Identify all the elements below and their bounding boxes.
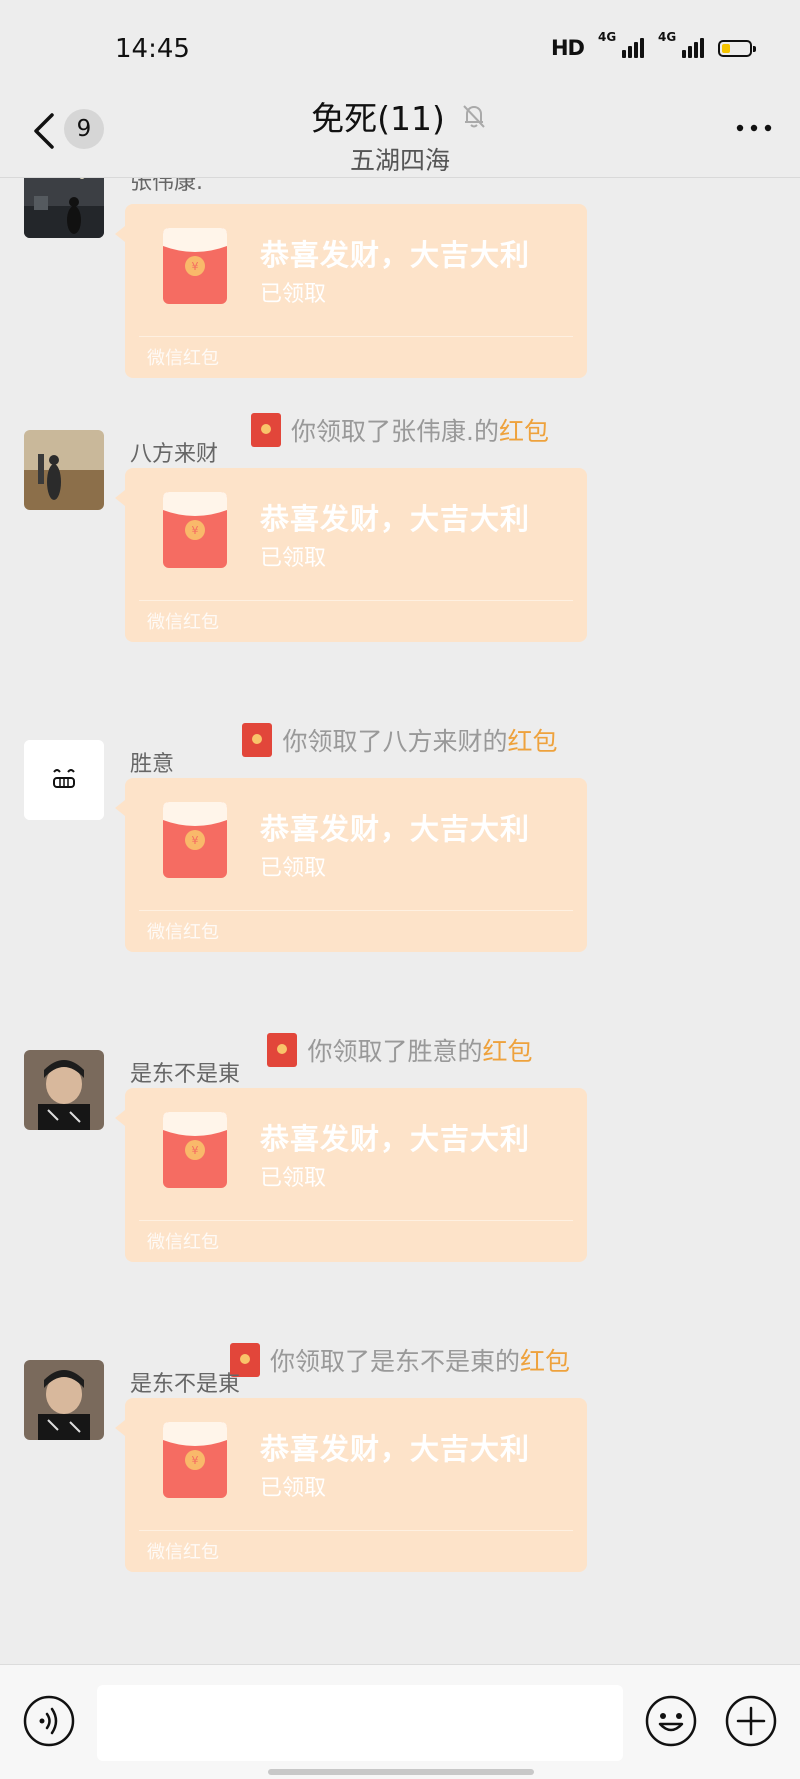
avatar[interactable] [24, 1050, 104, 1130]
red-packet-icon [267, 1033, 298, 1067]
svg-text:¥: ¥ [192, 260, 199, 273]
svg-text:¥: ¥ [192, 834, 199, 847]
avatar[interactable] [24, 1360, 104, 1440]
red-packet-divider [139, 1530, 573, 1531]
red-packet[interactable]: ¥ 恭喜发财，大吉大利 已领取 微信红包 [115, 1398, 587, 1572]
red-packet-icon: ¥ [163, 492, 227, 568]
chat-subtitle: 五湖四海 [349, 146, 450, 175]
notice-text: 你领取了八方来财的 [282, 727, 508, 756]
red-packet-icon [251, 413, 282, 447]
emoji-icon[interactable] [644, 1694, 698, 1748]
red-packet-title: 恭喜发财，大吉大利 [260, 1432, 531, 1466]
battery-icon [718, 39, 756, 57]
red-packet-divider [139, 336, 573, 337]
red-packet-icon: ¥ [163, 228, 227, 304]
message-list[interactable]: 张伟康. ¥ 恭喜发财，大吉大利 已领取 微信红包 你领取了张伟康.的红包 八方… [0, 178, 800, 1664]
sender-name: 是东不是東 [130, 1062, 241, 1087]
plus-icon[interactable] [724, 1694, 778, 1748]
svg-text:¥: ¥ [192, 1144, 199, 1157]
red-packet-title: 恭喜发财，大吉大利 [260, 238, 531, 272]
red-packet-footer: 微信红包 [147, 348, 219, 369]
red-packet-divider [139, 910, 573, 911]
red-packet-title: 恭喜发财，大吉大利 [260, 502, 531, 536]
svg-text:¥: ¥ [192, 1454, 199, 1467]
chat-header: 9 免死(11) 五湖四海 [0, 95, 800, 177]
svg-text:¥: ¥ [192, 524, 199, 537]
red-packet-divider [139, 1220, 573, 1221]
red-packet-status: 已领取 [260, 546, 327, 571]
hd-indicator: HD [550, 36, 585, 60]
avatar[interactable] [24, 740, 104, 820]
status-icons: HD 4G 4G [550, 30, 756, 60]
notice-text: 你领取了张伟康.的 [291, 417, 499, 446]
red-packet-link[interactable]: 红包 [520, 1347, 570, 1376]
red-packet-icon [242, 723, 273, 757]
red-packet-status: 已领取 [260, 1476, 327, 1501]
signal-icon: 4G [658, 30, 704, 58]
system-notice: 你领取了是东不是東的红包 [0, 1342, 800, 1378]
red-packet-footer: 微信红包 [147, 922, 219, 943]
red-packet-icon: ¥ [163, 1112, 227, 1188]
red-packet-link[interactable]: 红包 [508, 727, 558, 756]
sender-name: 张伟康. [130, 178, 203, 195]
avatar[interactable] [24, 178, 104, 238]
more-icon[interactable] [734, 122, 774, 134]
signal-icon: 4G [598, 30, 644, 58]
red-packet[interactable]: ¥ 恭喜发财，大吉大利 已领取 微信红包 [115, 468, 587, 642]
sender-name: 胜意 [130, 752, 175, 777]
red-packet-icon: ¥ [163, 802, 227, 878]
notice-text: 你领取了是东不是東的 [269, 1347, 520, 1376]
red-packet[interactable]: ¥ 恭喜发财，大吉大利 已领取 微信红包 [115, 204, 587, 378]
voice-icon[interactable] [22, 1694, 76, 1748]
chat-title-block: 免死(11) 五湖四海 [0, 95, 800, 177]
red-packet-footer: 微信红包 [147, 612, 219, 633]
avatar[interactable] [24, 430, 104, 510]
red-packet-link[interactable]: 红包 [483, 1037, 533, 1066]
red-packet-title: 恭喜发财，大吉大利 [260, 1122, 531, 1156]
red-packet-status: 已领取 [260, 282, 327, 307]
red-packet-divider [139, 600, 573, 601]
red-packet-status: 已领取 [260, 1166, 327, 1191]
red-packet-footer: 微信红包 [147, 1232, 219, 1253]
system-notice: 你领取了张伟康.的红包 [0, 412, 800, 448]
input-bar [0, 1664, 800, 1779]
red-packet[interactable]: ¥ 恭喜发财，大吉大利 已领取 微信红包 [115, 778, 587, 952]
mute-icon [463, 105, 485, 128]
red-packet-footer: 微信红包 [147, 1542, 219, 1563]
sender-name: 八方来财 [130, 442, 219, 467]
system-notice: 你领取了八方来财的红包 [0, 722, 800, 758]
notice-text: 你领取了胜意的 [307, 1037, 483, 1066]
red-packet-status: 已领取 [260, 856, 327, 881]
home-indicator[interactable] [268, 1769, 534, 1775]
message-input[interactable] [97, 1685, 623, 1761]
red-packet-link[interactable]: 红包 [499, 417, 549, 446]
red-packet[interactable]: ¥ 恭喜发财，大吉大利 已领取 微信红包 [115, 1088, 587, 1262]
chat-title: 免死(11) [311, 99, 445, 138]
status-time: 14:45 [115, 34, 190, 64]
red-packet-icon: ¥ [163, 1422, 227, 1498]
red-packet-title: 恭喜发财，大吉大利 [260, 812, 531, 846]
status-bar: 14:45 HD 4G 4G [0, 0, 800, 100]
system-notice: 你领取了胜意的红包 [0, 1032, 800, 1068]
sender-name: 是东不是東 [130, 1372, 241, 1397]
